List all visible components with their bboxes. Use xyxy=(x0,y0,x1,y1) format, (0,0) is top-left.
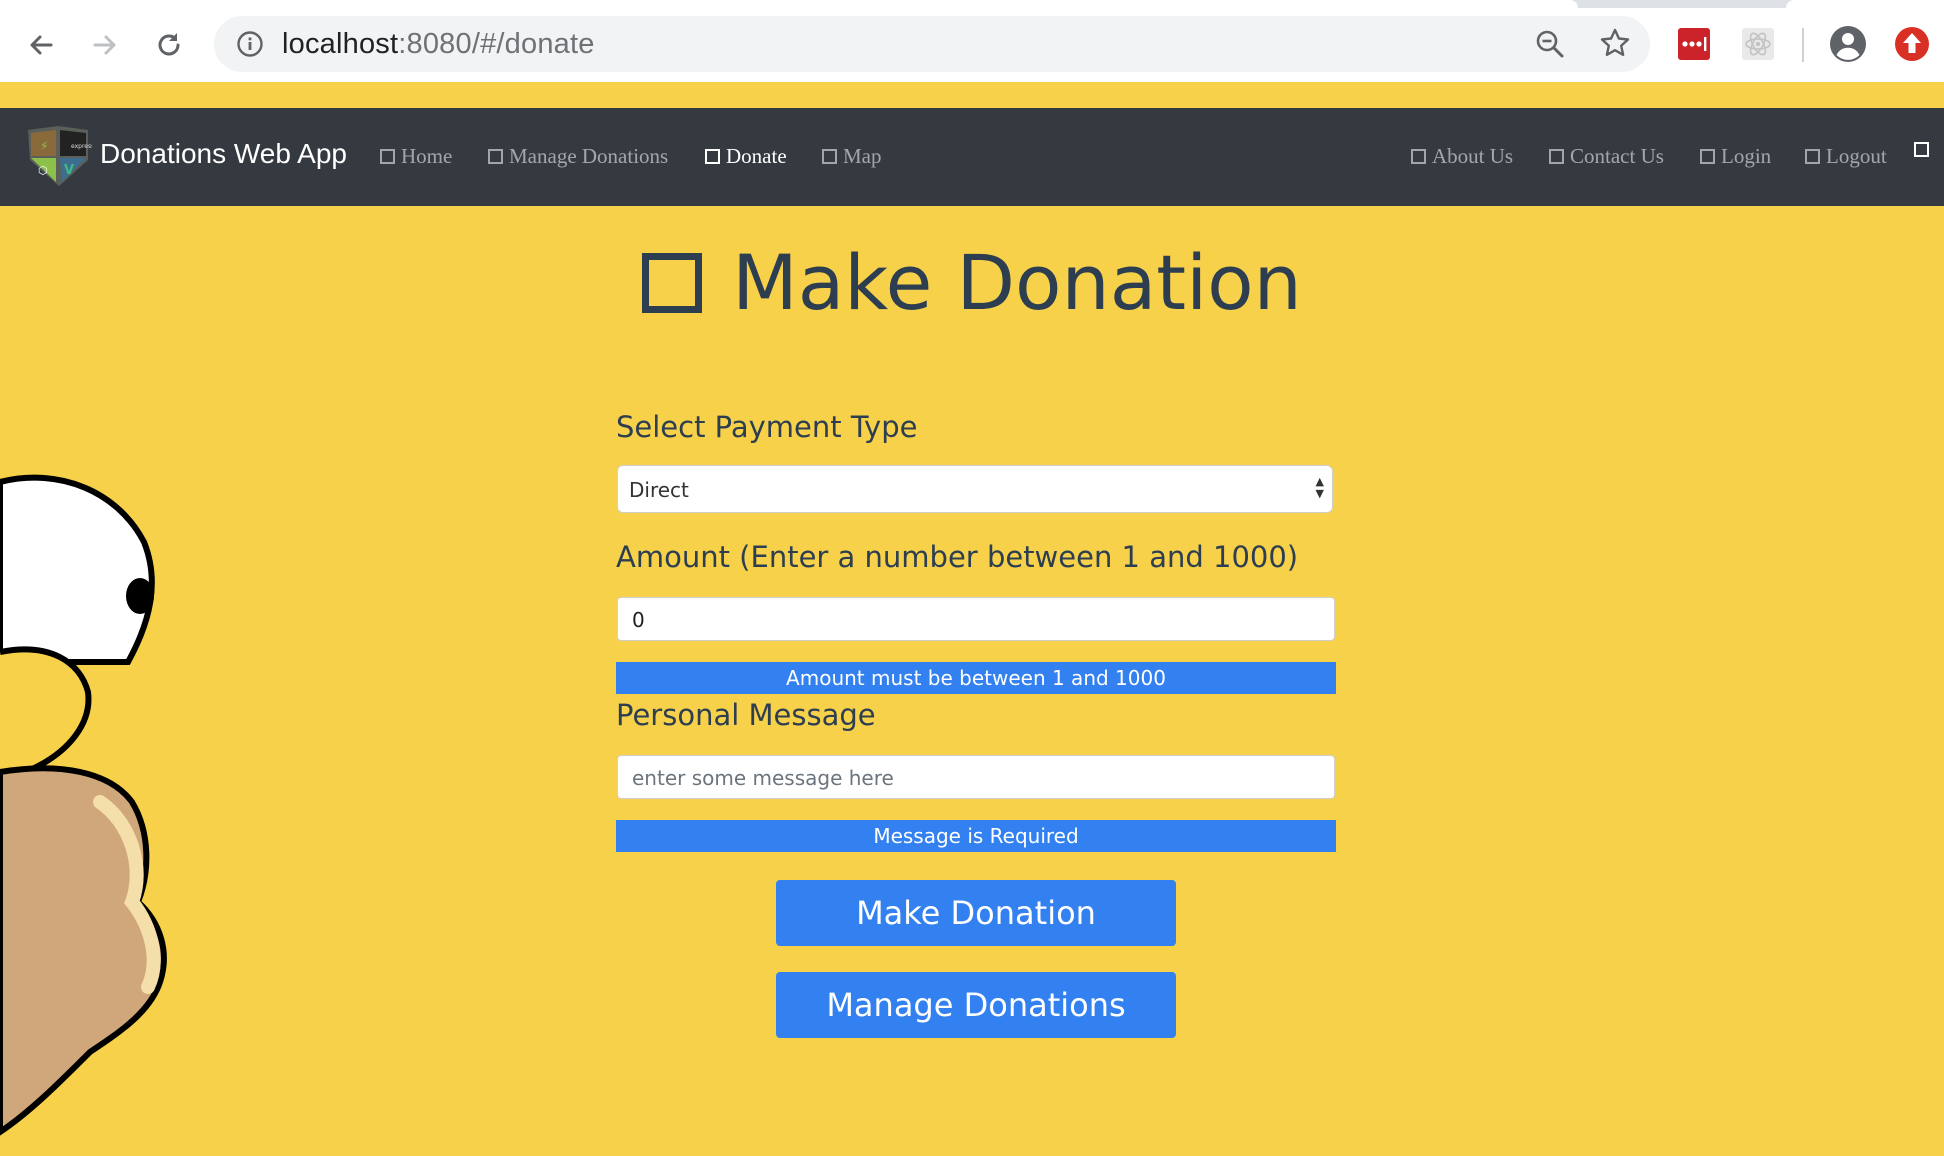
nav-home-label: Home xyxy=(401,144,453,168)
message-label: Personal Message xyxy=(616,698,876,732)
nav-about-label: About Us xyxy=(1432,144,1514,168)
svg-text:V: V xyxy=(64,163,74,178)
reload-icon[interactable] xyxy=(144,20,194,70)
nav-home[interactable]: Home xyxy=(380,144,452,169)
login-icon xyxy=(1700,149,1715,164)
page-title-text: Make Donation xyxy=(732,238,1302,327)
payment-type-select[interactable]: Direct ▲ ▼ xyxy=(617,465,1333,513)
nav-contact-us[interactable]: Contact Us xyxy=(1549,144,1664,169)
brand-name[interactable]: Donations Web App xyxy=(100,138,347,170)
donate-icon xyxy=(705,149,720,164)
browser-chrome: localhost:8080/#/donate xyxy=(0,0,1944,83)
active-tab[interactable] xyxy=(0,0,1578,8)
info-icon[interactable] xyxy=(236,30,264,62)
amount-input[interactable]: 0 xyxy=(617,597,1335,641)
logout-icon xyxy=(1805,149,1820,164)
tab-strip xyxy=(0,0,1944,8)
nav-map-label: Map xyxy=(843,144,882,168)
navbar-toggler-icon[interactable] xyxy=(1914,142,1929,157)
nav-logout-label: Logout xyxy=(1826,144,1887,168)
nav-login[interactable]: Login xyxy=(1700,144,1771,169)
brand-logo[interactable]: express ⚡ V ⬡ xyxy=(26,124,94,188)
address-bar[interactable]: localhost:8080/#/donate xyxy=(214,16,1650,72)
message-error: Message is Required xyxy=(616,820,1336,852)
cartoon-character-illustration xyxy=(0,472,180,1156)
password-manager-icon[interactable] xyxy=(1676,26,1712,66)
forward-icon[interactable] xyxy=(80,20,130,70)
nav-manage-label: Manage Donations xyxy=(509,144,669,168)
nav-logout[interactable]: Logout xyxy=(1805,144,1887,169)
select-arrows-icon: ▲ ▼ xyxy=(1315,475,1324,500)
url-text[interactable]: localhost:8080/#/donate xyxy=(282,28,595,61)
nav-contact-label: Contact Us xyxy=(1570,144,1664,168)
message-placeholder: enter some message here xyxy=(632,766,894,790)
amount-label: Amount (Enter a number between 1 and 100… xyxy=(616,540,1299,574)
amount-error: Amount must be between 1 and 1000 xyxy=(616,662,1336,694)
profile-icon[interactable] xyxy=(1828,24,1868,68)
url-path: :8080/#/donate xyxy=(398,28,595,60)
update-icon[interactable] xyxy=(1892,24,1932,68)
manage-icon xyxy=(488,149,503,164)
map-icon xyxy=(822,149,837,164)
manage-donations-button[interactable]: Manage Donations xyxy=(776,972,1176,1038)
page-title: Make Donation xyxy=(0,238,1944,327)
svg-text:⬡: ⬡ xyxy=(38,164,48,177)
nav-manage-donations[interactable]: Manage Donations xyxy=(488,144,668,169)
home-icon xyxy=(380,149,395,164)
nav-donate[interactable]: Donate xyxy=(705,144,787,169)
donation-icon xyxy=(642,252,703,313)
toolbar-separator xyxy=(1802,28,1804,62)
about-icon xyxy=(1411,149,1426,164)
contact-icon xyxy=(1549,149,1564,164)
svg-text:⚡: ⚡ xyxy=(40,139,48,153)
url-host: localhost xyxy=(282,28,399,60)
nav-about-us[interactable]: About Us xyxy=(1411,144,1513,169)
make-donation-button[interactable]: Make Donation xyxy=(776,880,1176,946)
react-devtools-icon[interactable] xyxy=(1740,26,1776,66)
nav-donate-label: Donate xyxy=(726,144,787,168)
navbar: express ⚡ V ⬡ Donations Web App Home Man… xyxy=(0,108,1944,206)
message-input[interactable]: enter some message here xyxy=(617,755,1335,799)
payment-type-value: Direct xyxy=(629,478,689,502)
inactive-tab[interactable] xyxy=(1786,0,1944,8)
zoom-out-icon[interactable] xyxy=(1534,28,1566,64)
star-icon[interactable] xyxy=(1598,26,1632,64)
nav-login-label: Login xyxy=(1721,144,1772,168)
payment-type-label: Select Payment Type xyxy=(616,410,918,444)
nav-map[interactable]: Map xyxy=(822,144,882,169)
page: express ⚡ V ⬡ Donations Web App Home Man… xyxy=(0,82,1944,1136)
amount-value: 0 xyxy=(632,608,645,632)
svg-text:express: express xyxy=(71,143,92,150)
back-icon[interactable] xyxy=(16,20,66,70)
